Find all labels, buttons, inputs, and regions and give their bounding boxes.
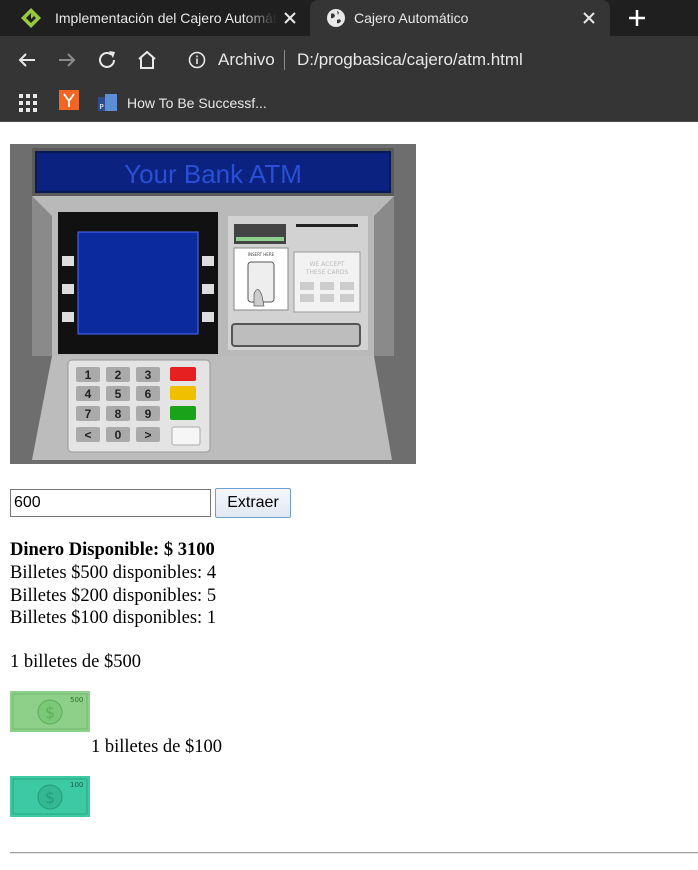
svg-text:500: 500: [70, 696, 83, 704]
address-bar[interactable]: D:/progbasica/cajero/atm.html: [297, 36, 523, 84]
url-separator: [284, 50, 285, 70]
amount-input[interactable]: [10, 489, 211, 517]
bills-100-available: Billetes $100 disponibles: 1: [10, 608, 217, 628]
svg-text:1: 1: [85, 368, 92, 382]
svg-text:WE ACCEPT: WE ACCEPT: [309, 261, 344, 268]
atm-image: Your Bank ATM INSERT HERE WE ACCEPT THES…: [10, 144, 416, 464]
dispensed-100-label: 1 billetes de $100: [91, 737, 223, 757]
dispensed-500-label: 1 billetes de $500: [10, 652, 142, 672]
back-arrow-icon[interactable]: [15, 48, 39, 72]
svg-text:4: 4: [85, 387, 92, 401]
tab-strip: Implementación del Cajero Automático Caj…: [0, 0, 698, 36]
tab-title: Implementación del Cajero Automático: [55, 10, 277, 26]
new-tab-plus-icon[interactable]: [624, 5, 650, 31]
svg-text:INSERT HERE: INSERT HERE: [248, 252, 275, 257]
svg-text:THESE CARDS: THESE CARDS: [305, 269, 349, 276]
svg-text:0: 0: [115, 428, 122, 442]
svg-text:9: 9: [145, 407, 152, 421]
bookmark-page-icon: P: [98, 94, 117, 111]
y-combinator-icon[interactable]: [59, 90, 79, 110]
forward-arrow-icon[interactable]: [55, 48, 79, 72]
available-money-total: Dinero Disponible: $ 3100: [10, 540, 215, 560]
close-icon[interactable]: [281, 9, 299, 27]
svg-text:7: 7: [85, 407, 92, 421]
bill-100-image: $ 100: [10, 776, 90, 817]
svg-text:3: 3: [145, 368, 152, 382]
bookmark-label: How To Be Successf...: [127, 95, 267, 111]
home-icon[interactable]: [135, 48, 159, 72]
tab-implementacion[interactable]: Implementación del Cajero Automático: [0, 0, 310, 36]
svg-text:100: 100: [70, 781, 83, 789]
browser-toolbar: Archivo D:/progbasica/cajero/atm.html: [0, 36, 698, 84]
svg-text:$: $: [45, 788, 55, 807]
svg-text:>: >: [144, 428, 151, 442]
tab-cajero[interactable]: Cajero Automático: [310, 0, 610, 36]
bookmarks-bar: P How To Be Successf...: [0, 84, 698, 122]
url-scheme-label[interactable]: Archivo: [218, 36, 275, 84]
platzi-logo-icon: [21, 8, 41, 28]
svg-text:P: P: [100, 103, 104, 111]
globe-icon: [327, 9, 345, 27]
close-icon[interactable]: [580, 9, 598, 27]
svg-text:$: $: [45, 703, 55, 722]
bookmark-how-to-be-successful[interactable]: P How To Be Successf...: [98, 84, 267, 122]
tab-title: Cajero Automático: [354, 10, 469, 26]
svg-text:8: 8: [115, 407, 122, 421]
bills-200-available: Billetes $200 disponibles: 5: [10, 586, 217, 606]
horizontal-rule: [10, 852, 698, 854]
reload-icon[interactable]: [95, 48, 119, 72]
extract-button[interactable]: Extraer: [215, 488, 291, 518]
svg-text:2: 2: [115, 368, 122, 382]
info-icon[interactable]: [188, 51, 206, 69]
svg-text:5: 5: [115, 387, 122, 401]
bill-500-image: $ 500: [10, 691, 90, 732]
svg-text:<: <: [84, 428, 91, 442]
atm-header-text: Your Bank ATM: [124, 159, 302, 189]
bills-500-available: Billetes $500 disponibles: 4: [10, 563, 217, 583]
svg-text:6: 6: [145, 387, 152, 401]
apps-grid-icon[interactable]: [19, 94, 37, 112]
